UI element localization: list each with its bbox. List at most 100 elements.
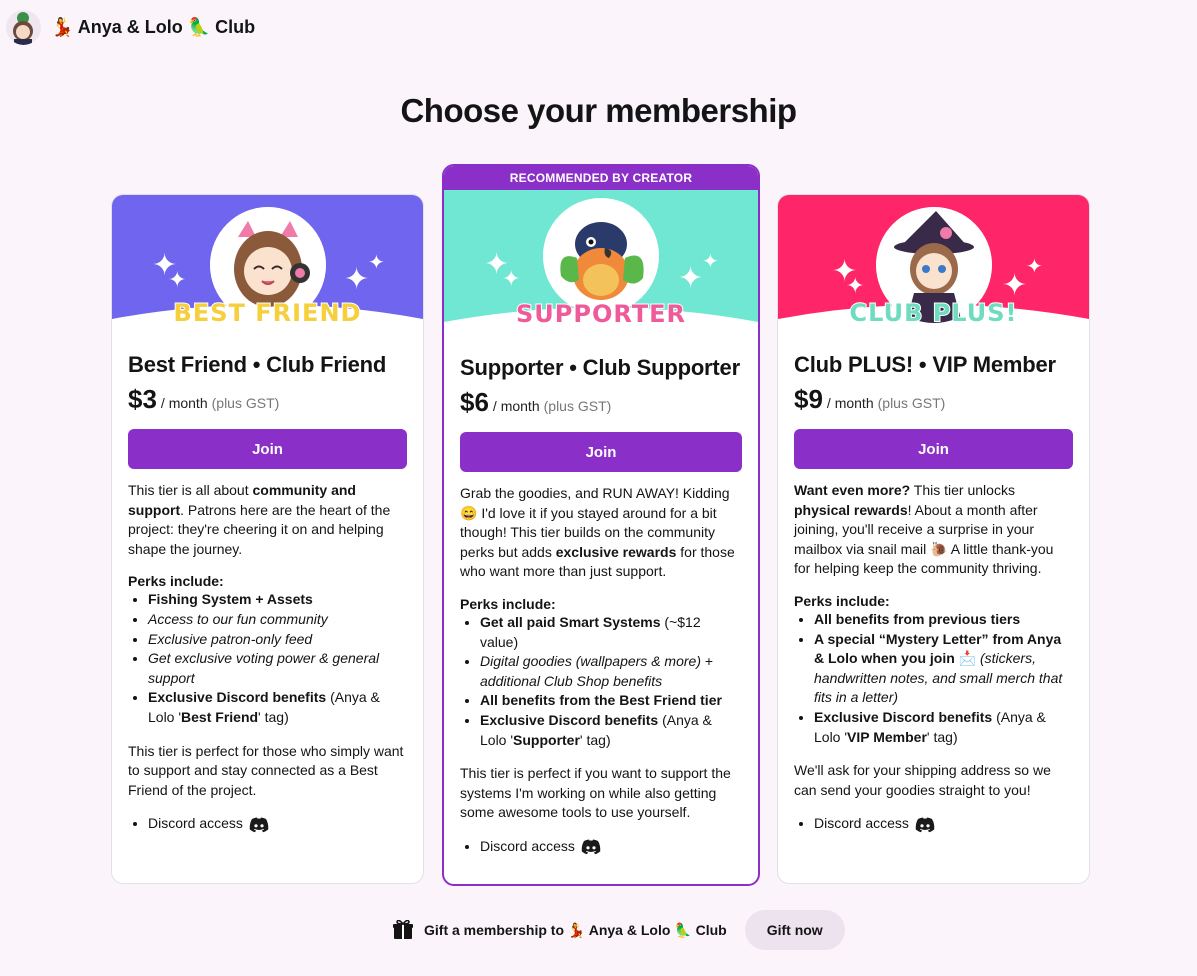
discord-icon	[915, 817, 935, 832]
sparkle-icon: ✦	[168, 267, 187, 292]
perks-heading: Perks include:	[128, 573, 224, 590]
bold-text: physical rewards	[794, 501, 908, 518]
perk-item: Get all paid Smart Systems (~$12 value)	[480, 613, 742, 652]
italic-text: Get exclusive voting power & general sup…	[148, 650, 380, 686]
tier-banner: ✦ ✦ ✦ ✦ CLUB PLUS!	[778, 195, 1089, 326]
perks-heading: Perks include:	[794, 592, 890, 609]
italic-text: additional Club Shop benefits	[480, 672, 663, 689]
tax-note: (plus GST)	[877, 395, 946, 411]
tier-description: Want even more? This tier unlocks physic…	[794, 481, 1073, 579]
tier-card-best-friend: ✦ ✦ ✦ ✦ BEST FRIEND Best Friend • Club F…	[111, 194, 424, 884]
tier-price: $3	[128, 384, 157, 414]
page-title: Choose your membership	[400, 92, 797, 129]
price-row: $3 / month (plus GST)	[128, 384, 407, 415]
perks-list: Fishing System + Assets Access to our fun…	[128, 590, 407, 727]
join-button[interactable]: Join	[460, 432, 742, 472]
tier-price: $6	[460, 387, 489, 417]
club-name[interactable]: 💃 Anya & Lolo 🦜 Club	[51, 17, 255, 38]
bold-text: exclusive rewards	[555, 543, 677, 560]
tier-portrait	[543, 198, 659, 314]
discord-list: Discord access	[460, 837, 742, 857]
price-period: / month	[826, 395, 874, 411]
tier-banner: ✦ ✦ ✦ ✦ SUPPORTER	[444, 190, 758, 329]
tier-closing: This tier is perfect if you want to supp…	[460, 765, 731, 821]
perks-list: Get all paid Smart Systems (~$12 value)D…	[460, 613, 742, 750]
tier-card-club-plus: ✦ ✦ ✦ ✦ CLUB PLUS! Club PLUS! • VIP Memb…	[777, 194, 1090, 884]
sparkle-icon: ✦	[344, 263, 370, 296]
text-run: ' tag)	[579, 731, 611, 748]
tier-title: Best Friend • Club Friend	[128, 352, 387, 377]
tax-note: (plus GST)	[211, 395, 280, 411]
join-button[interactable]: Join	[794, 429, 1073, 469]
club-avatar[interactable]	[6, 10, 41, 45]
bold-text: VIP Member	[847, 728, 927, 745]
text-run: ' tag)	[926, 728, 958, 745]
text-run: This tier unlocks	[910, 482, 1015, 498]
bold-text: Want even more?	[794, 482, 911, 498]
bold-text: All benefits from the Best Friend tier	[480, 692, 722, 709]
discord-access-item: Discord access	[814, 814, 1073, 834]
price-row: $6 / month (plus GST)	[460, 387, 742, 418]
join-button[interactable]: Join	[128, 429, 407, 469]
perk-item: Exclusive patron-only feed	[148, 630, 407, 650]
perk-item: Exclusive Discord benefits (Anya & Lolo …	[148, 688, 407, 727]
gift-icon	[393, 920, 413, 939]
gift-membership-row: Gift a membership to 💃 Anya & Lolo 🦜 Clu…	[392, 910, 845, 950]
discord-access-item: Discord access	[148, 814, 407, 834]
sparkle-icon: ✦	[1002, 269, 1028, 302]
perk-item: Digital goodies (wallpapers & more) + ad…	[480, 652, 742, 691]
perk-item: Exclusive Discord benefits (Anya & Lolo …	[814, 708, 1073, 747]
tier-badge: SUPPORTER	[515, 299, 686, 329]
bold-text: Exclusive Discord benefits	[480, 711, 659, 728]
perks-heading: Perks include:	[460, 595, 556, 612]
text-run: +	[701, 653, 714, 670]
italic-text: Exclusive patron-only feed	[148, 630, 313, 647]
recommended-banner: RECOMMENDED BY CREATOR	[444, 166, 758, 190]
gift-text: Gift a membership to 💃 Anya & Lolo 🦜 Clu…	[424, 921, 727, 938]
sparkle-icon: ✦	[1026, 256, 1043, 278]
bold-text: Get all paid Smart Systems	[480, 613, 661, 630]
italic-text: Access to our fun community	[148, 610, 328, 627]
sparkle-icon: ✦	[678, 262, 704, 295]
text-run: This tier is all about	[128, 482, 253, 498]
discord-list: Discord access	[794, 814, 1073, 834]
italic-text: Digital goodies (wallpapers & more)	[480, 653, 701, 670]
discord-access-label: Discord access	[480, 837, 575, 854]
perk-item: Access to our fun community	[148, 610, 407, 630]
tier-title: Supporter • Club Supporter	[460, 355, 740, 380]
price-row: $9 / month (plus GST)	[794, 384, 1073, 415]
bold-text: All benefits from previous tiers	[814, 610, 1021, 627]
text-run: ' tag)	[258, 708, 289, 725]
discord-access-label: Discord access	[814, 815, 909, 832]
bold-text: Supporter	[513, 731, 580, 748]
bold-text: Exclusive Discord benefits	[814, 708, 993, 725]
perk-item: All benefits from previous tiers	[814, 610, 1073, 630]
tier-badge: BEST FRIEND	[173, 298, 362, 326]
club-header: 💃 Anya & Lolo 🦜 Club	[6, 10, 255, 45]
tier-price: $9	[794, 384, 823, 414]
tier-closing: We'll ask for your shipping address so w…	[794, 762, 1051, 798]
tier-banner: ✦ ✦ ✦ ✦ BEST FRIEND	[112, 195, 423, 326]
sparkle-icon: ✦	[846, 273, 865, 298]
sparkle-icon: ✦	[502, 266, 521, 291]
bold-text: Fishing System + Assets	[148, 591, 313, 608]
perk-item: All benefits from the Best Friend tier	[480, 691, 742, 711]
perks-list: All benefits from previous tiers A specia…	[794, 610, 1073, 747]
discord-icon	[249, 817, 269, 832]
text-run: 📩	[954, 650, 980, 667]
tier-closing: This tier is perfect for those who simpl…	[128, 742, 404, 798]
bold-text: Best Friend	[181, 708, 259, 725]
tier-title: Club PLUS! • VIP Member	[794, 352, 1056, 377]
tax-note: (plus GST)	[543, 398, 612, 414]
sparkle-icon: ✦	[702, 251, 719, 273]
perk-item: Fishing System + Assets	[148, 590, 407, 610]
tier-description: Grab the goodies, and RUN AWAY! Kidding …	[460, 484, 742, 582]
sparkle-icon: ✦	[368, 252, 385, 274]
price-period: / month	[492, 398, 540, 414]
perk-item: Exclusive Discord benefits (Anya & Lolo …	[480, 711, 742, 750]
discord-icon	[581, 839, 601, 855]
discord-access-label: Discord access	[148, 815, 243, 832]
gift-now-button[interactable]: Gift now	[744, 910, 845, 950]
tier-card-supporter: RECOMMENDED BY CREATOR ✦ ✦ ✦ ✦ SUPPORTER	[442, 164, 760, 886]
discord-access-item: Discord access	[480, 837, 742, 857]
